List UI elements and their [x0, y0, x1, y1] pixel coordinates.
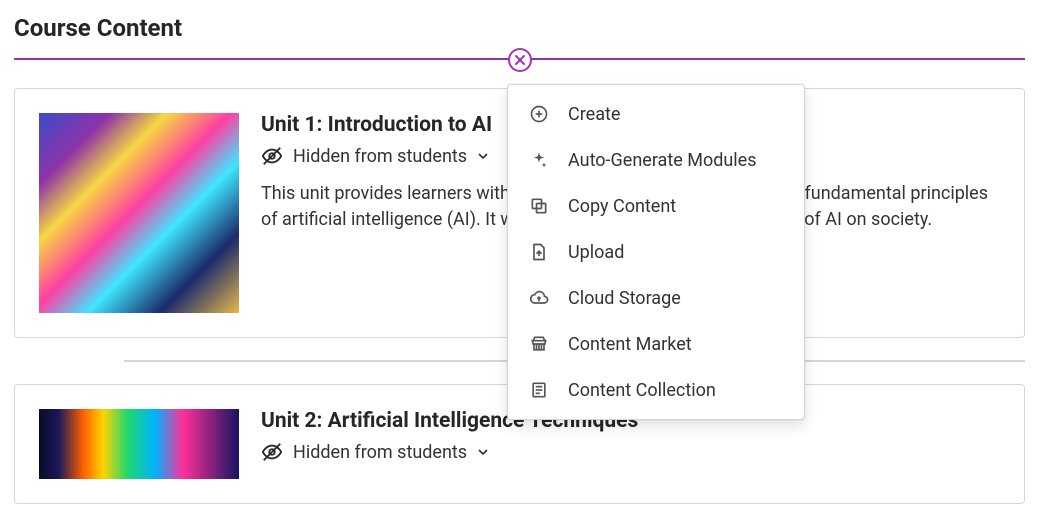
menu-item-copy-content[interactable]: Copy Content: [508, 183, 804, 229]
collection-icon: [528, 379, 550, 401]
menu-item-label: Content Collection: [568, 380, 716, 401]
market-icon: [528, 333, 550, 355]
cloud-icon: [528, 287, 550, 309]
menu-item-content-market[interactable]: Content Market: [508, 321, 804, 367]
plus-circle-icon: [528, 103, 550, 125]
menu-item-label: Cloud Storage: [568, 288, 681, 309]
menu-item-create[interactable]: Create: [508, 91, 804, 137]
menu-item-auto-generate[interactable]: Auto-Generate Modules: [508, 137, 804, 183]
menu-item-label: Create: [568, 104, 620, 125]
unit-thumbnail: [39, 409, 239, 479]
visibility-dropdown[interactable]: Hidden from students: [261, 441, 1000, 463]
menu-item-label: Copy Content: [568, 196, 676, 217]
upload-icon: [528, 241, 550, 263]
hidden-icon: [261, 441, 283, 463]
visibility-label: Hidden from students: [293, 146, 467, 167]
add-content-menu: Create Auto-Generate Modules Copy Conten…: [507, 84, 805, 420]
sparkle-icon: [528, 149, 550, 171]
close-icon: [515, 55, 525, 65]
hidden-icon: [261, 145, 283, 167]
insert-bar: [14, 58, 1025, 60]
chevron-down-icon: [477, 443, 489, 462]
menu-item-label: Auto-Generate Modules: [568, 150, 757, 171]
chevron-down-icon: [477, 147, 489, 166]
visibility-label: Hidden from students: [293, 442, 467, 463]
page-title: Course Content: [14, 14, 1025, 42]
add-content-button[interactable]: [508, 48, 532, 72]
menu-item-content-collection[interactable]: Content Collection: [508, 367, 804, 413]
copy-icon: [528, 195, 550, 217]
menu-item-label: Upload: [568, 242, 624, 263]
menu-item-label: Content Market: [568, 334, 692, 355]
menu-item-cloud-storage[interactable]: Cloud Storage: [508, 275, 804, 321]
menu-item-upload[interactable]: Upload: [508, 229, 804, 275]
unit-thumbnail: [39, 113, 239, 313]
